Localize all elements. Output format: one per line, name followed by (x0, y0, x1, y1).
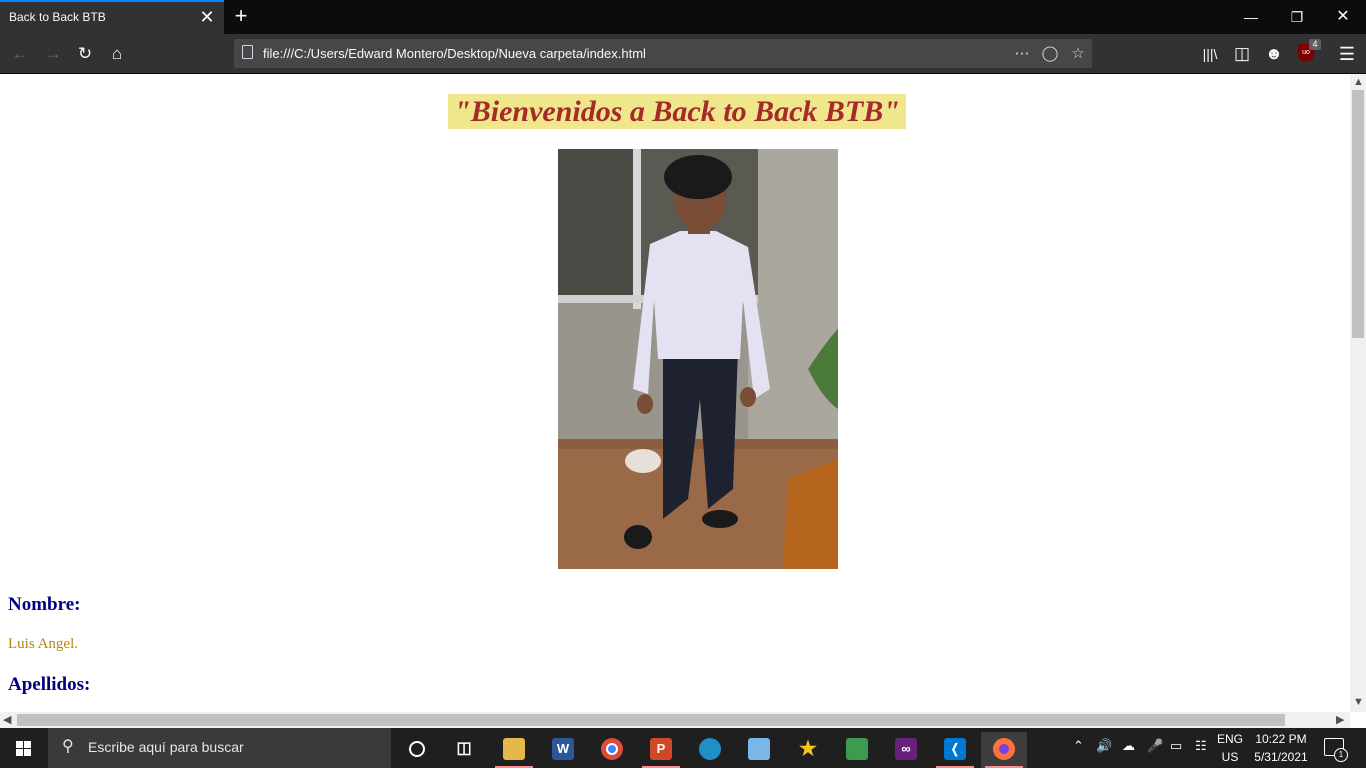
close-window-button[interactable]: ✕ (1328, 6, 1358, 28)
back-button[interactable]: ← (8, 42, 32, 66)
apellidos-heading: Apellidos: (8, 674, 91, 695)
ublock-badge: 4 (1309, 39, 1321, 50)
home-button[interactable]: ⌂ (105, 42, 129, 66)
visual-studio-icon: ∞ (895, 738, 917, 760)
tab-title: Back to Back BTB (9, 10, 106, 24)
menu-icon[interactable]: ☰ (1335, 42, 1359, 66)
pocket-icon[interactable]: ◯ (1039, 43, 1061, 65)
tab-strip: Back to Back BTB ✕ + — ❐ ✕ (0, 0, 1366, 34)
page-actions-icon[interactable]: ⋯ (1011, 43, 1033, 65)
powerpoint-button[interactable]: P (638, 732, 684, 768)
search-icon: ⚲ (62, 738, 74, 755)
tab-close-icon[interactable]: ✕ (198, 7, 216, 27)
forward-button[interactable]: → (41, 42, 65, 66)
windows-logo-icon (16, 741, 31, 756)
minimize-button[interactable]: — (1236, 6, 1266, 28)
edge-button[interactable] (687, 732, 733, 768)
firefox-icon (993, 738, 1015, 760)
url-text[interactable]: file:///C:/Users/Edward Montero/Desktop/… (263, 46, 646, 61)
chrome-button[interactable] (589, 732, 635, 768)
task-view-icon: ◫ (456, 740, 472, 757)
word-icon: W (552, 738, 574, 760)
star-icon: ★ (799, 738, 817, 760)
page-content: "Bienvenidos a Back to Back BTB" Nombre:… (0, 74, 1350, 712)
windows-taskbar: ⚲ Escribe aquí para buscar ◫ W P ★ ∞ ❬ ⌃… (0, 728, 1366, 768)
scroll-up-icon[interactable]: ▲ (1353, 76, 1364, 88)
restore-button[interactable]: ❐ (1282, 6, 1312, 28)
firefox-button[interactable] (981, 732, 1027, 768)
app-button-2[interactable]: ★ (785, 732, 831, 768)
task-view-button[interactable]: ◫ (441, 732, 487, 768)
navigation-toolbar: ← → ↻ ⌂ file:///C:/Users/Edward Montero/… (0, 34, 1366, 74)
account-icon[interactable]: ☻ (1262, 42, 1286, 66)
file-explorer-button[interactable] (491, 732, 537, 768)
clock-date: 5/31/2021 (1254, 750, 1308, 764)
reload-button[interactable]: ↻ (73, 42, 97, 66)
visual-studio-button[interactable]: ∞ (883, 732, 929, 768)
folder-icon (503, 738, 525, 760)
search-placeholder: Escribe aquí para buscar (88, 739, 244, 755)
url-bar[interactable]: file:///C:/Users/Edward Montero/Desktop/… (234, 39, 1092, 68)
cortana-icon (409, 741, 425, 757)
scroll-left-icon[interactable]: ◀ (3, 713, 11, 726)
vertical-scroll-thumb[interactable] (1352, 90, 1364, 338)
notification-badge: 1 (1334, 748, 1348, 762)
word-button[interactable]: W (540, 732, 586, 768)
person-photo (558, 149, 838, 569)
library-icon[interactable]: |||\ (1198, 42, 1222, 66)
cube-icon (748, 738, 770, 760)
taskbar-search[interactable]: ⚲ Escribe aquí para buscar (48, 728, 391, 768)
vscode-button[interactable]: ❬ (932, 732, 978, 768)
vscode-icon: ❬ (944, 738, 966, 760)
volume-icon[interactable]: 🔊 (1096, 738, 1112, 754)
page-title: "Bienvenidos a Back to Back BTB" (448, 94, 906, 129)
keyboard-layout: US (1221, 750, 1239, 764)
tab-active[interactable]: Back to Back BTB ✕ (0, 0, 224, 34)
microphone-icon[interactable]: 🎤 (1147, 738, 1163, 754)
page-icon (242, 45, 253, 59)
cloud-offline-icon[interactable]: ☁ (1122, 738, 1135, 754)
chrome-icon (601, 738, 623, 760)
horizontal-scrollbar[interactable]: ◀ ▶ (0, 712, 1350, 728)
sidebar-icon[interactable]: ◫ (1230, 42, 1254, 66)
cortana-button[interactable] (393, 732, 439, 768)
vertical-scrollbar[interactable]: ▲ ▼ (1350, 74, 1366, 712)
show-hidden-icons[interactable]: ⌃ (1073, 738, 1084, 754)
horizontal-scroll-thumb[interactable] (17, 714, 1285, 726)
powerpoint-icon: P (650, 738, 672, 760)
start-button[interactable] (0, 728, 48, 768)
bookmark-star-icon[interactable]: ☆ (1067, 43, 1089, 65)
edge-icon (699, 738, 721, 760)
app-button-1[interactable] (736, 732, 782, 768)
wifi-icon[interactable]: ☷ (1195, 738, 1207, 754)
scroll-down-icon[interactable]: ▼ (1353, 696, 1364, 708)
clock-time: 10:22 PM (1255, 732, 1307, 746)
new-tab-button[interactable]: + (230, 4, 252, 28)
language-indicator[interactable]: ENG US (1212, 730, 1248, 766)
app-button-3[interactable] (834, 732, 880, 768)
nombre-heading: Nombre: (8, 594, 81, 615)
language-code: ENG (1216, 732, 1243, 746)
media-icon (846, 738, 868, 760)
scroll-right-icon[interactable]: ▶ (1336, 713, 1344, 726)
nombre-value: Luis Angel. (8, 636, 78, 652)
clock[interactable]: 10:22 PM 5/31/2021 (1250, 730, 1312, 766)
battery-icon[interactable]: ▭ (1170, 738, 1182, 754)
